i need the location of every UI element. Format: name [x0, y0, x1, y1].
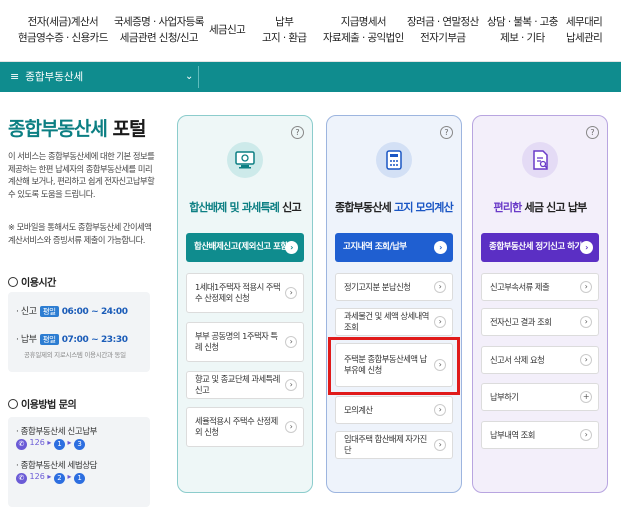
card-title: 종합부동산세 고지 모의계산: [335, 201, 454, 214]
chevron-right-icon: ›: [434, 404, 446, 416]
inquiry-box: · 종합부동산세 신고납부 ✆ 126 ▸ 1 ▸ 3 · 종합부동산세 세법상…: [8, 417, 150, 507]
chevron-right-icon: ›: [434, 439, 446, 451]
top-navigation: 전자(세금)계산서 현금영수증 · 신용카드 국세증명 · 사업자등록 세금관련 신…: [0, 0, 621, 62]
chevron-right-icon: ›: [285, 287, 297, 299]
regular-filing-button[interactable]: 종합부동산세 정기신고 하기 ›: [481, 233, 599, 262]
chevron-right-icon: ›: [285, 336, 297, 348]
chevron-right-icon: ›: [580, 281, 592, 293]
arrow-right-icon: ›: [434, 241, 447, 254]
inquiry-heading: 이용방법 문의: [8, 396, 77, 411]
card-item[interactable]: 임대주택 합산배제 자가진단 ›: [335, 431, 453, 459]
chevron-down-icon: ⌄: [185, 71, 194, 82]
card-item[interactable]: 정기고지분 분납신청 ›: [335, 273, 453, 301]
card-item[interactable]: 과세물건 및 세액 상세내역 조회 ›: [335, 308, 453, 336]
plus-icon: +: [580, 391, 592, 403]
chevron-right-icon: ›: [434, 281, 446, 293]
chevron-right-icon: ›: [285, 421, 297, 433]
help-icon[interactable]: ?: [440, 126, 453, 139]
card-item[interactable]: 신고서 삭제 요청 ›: [481, 346, 599, 374]
card-item[interactable]: 신고부속서류 제출 ›: [481, 273, 599, 301]
clock-icon: [8, 277, 18, 287]
nav-item-incentives[interactable]: 장려금 · 연말정산 전자기부금: [407, 14, 479, 46]
inquiry-law-label: · 종합부동산세 세법상담: [16, 461, 98, 471]
chevron-right-icon: ›: [580, 429, 592, 441]
nav-item-tax-filing[interactable]: 세금신고: [209, 22, 246, 38]
inquiry-filing-phone: ✆ 126 ▸ 1 ▸ 3: [16, 438, 86, 450]
card-item[interactable]: 모의계산 ›: [335, 396, 453, 424]
card-item[interactable]: 부부 공동명의 1주택자 특례 신청 ›: [186, 322, 304, 362]
phone-icon: ✆: [16, 473, 27, 484]
headset-icon: [8, 399, 18, 409]
hours-filing: · 신고 평일 06:00 ~ 24:00: [16, 306, 128, 317]
arrow-right-icon: ›: [285, 241, 298, 254]
section-ribbon: ≡ 종합부동산세 ⌄: [0, 62, 621, 92]
notice-inquiry-button[interactable]: 고지내역 조회/납부 ›: [335, 233, 453, 262]
chevron-right-icon: ›: [434, 316, 446, 328]
chevron-right-icon: ›: [285, 379, 297, 391]
nav-item-tax-agent[interactable]: 세무대리 납세관리: [566, 14, 603, 46]
hours-heading: 이용시간: [8, 274, 56, 289]
phone-icon: ✆: [16, 439, 27, 450]
hamburger-icon: ≡: [10, 70, 20, 83]
card-title: 합산배제 및 과세특례 신고: [189, 201, 301, 214]
section-menu-dropdown[interactable]: ≡ 종합부동산세 ⌄: [0, 62, 200, 92]
hours-note: 공휴일제외 지로시스템 이용시간과 동일: [24, 351, 126, 359]
nav-item-consultation[interactable]: 상담 · 불복 · 고충 제보 · 기타: [487, 14, 558, 46]
page-title: 종합부동산세 포털: [8, 118, 146, 140]
calculator-icon: [376, 142, 412, 178]
intro-text: 이 서비스는 종합부동산세에 대한 기본 정보를 제공하는 한편 납세자의 종합…: [8, 151, 155, 199]
inquiry-law-phone: ✆ 126 ▸ 2 ▸ 1: [16, 472, 86, 484]
help-icon[interactable]: ?: [291, 126, 304, 139]
nav-item-payment[interactable]: 납부 고지 · 환급: [262, 14, 307, 46]
card-filing-payment: ? 편리한 세금 신고 납부 종합부동산세 정기신고 하기 › 신고부속서류 제출…: [472, 115, 608, 493]
arrow-right-icon: ›: [580, 241, 593, 254]
ribbon-divider: [198, 66, 199, 88]
chevron-right-icon: ›: [580, 316, 592, 328]
nav-item-certificates[interactable]: 국세증명 · 사업자등록 세금관련 신청/신고: [114, 14, 204, 46]
computer-document-icon: [227, 142, 263, 178]
card-notice-simulation: ? 종합부동산세 고지 모의계산 고지내역 조회/납부 › 정기고지분 분납신청 ›…: [326, 115, 462, 493]
inquiry-filing-label: · 종합부동산세 신고납부: [16, 427, 98, 437]
document-search-icon: [522, 142, 558, 178]
card-item[interactable]: 전자신고 결과 조회 ›: [481, 308, 599, 336]
card-item[interactable]: 1세대1주택자 적용시 주택수 산정제외 신청 ›: [186, 273, 304, 313]
hours-payment: · 납부 평일 07:00 ~ 23:30: [16, 334, 128, 345]
hours-box: · 신고 평일 06:00 ~ 24:00 · 납부 평일 07:00 ~ 23:30 …: [8, 292, 150, 372]
exclusion-filing-button[interactable]: 합산배제신고(제외신고 포함) ›: [186, 233, 304, 262]
highlight-box: [328, 337, 460, 395]
card-item[interactable]: 납부하기 +: [481, 383, 599, 411]
card-item[interactable]: 세율적용시 주택수 산정제외 신청 ›: [186, 407, 304, 447]
chevron-right-icon: ›: [580, 354, 592, 366]
card-item[interactable]: 향교 및 종교단체 과세특례 신고 ›: [186, 371, 304, 399]
help-icon[interactable]: ?: [586, 126, 599, 139]
card-item[interactable]: 납부내역 조회 ›: [481, 421, 599, 449]
left-info-panel: 종합부동산세 포털 이 서비스는 종합부동산세에 대한 기본 정보를 제공하는 …: [0, 92, 160, 513]
nav-item-e-invoice[interactable]: 전자(세금)계산서 현금영수증 · 신용카드: [18, 14, 108, 46]
card-exclusion-filing: ? 합산배제 및 과세특례 신고 합산배제신고(제외신고 포함) › 1세대1주택…: [177, 115, 313, 493]
nav-item-payment-statement[interactable]: 지급명세서 자료제출 · 공익법인: [323, 14, 404, 46]
card-title: 편리한 세금 신고 납부: [493, 201, 588, 214]
mobile-note: ※ 모바일을 통해서도 종합부동산세 간이세액계산서비스와 증빙서류 제출이 가…: [8, 222, 152, 245]
